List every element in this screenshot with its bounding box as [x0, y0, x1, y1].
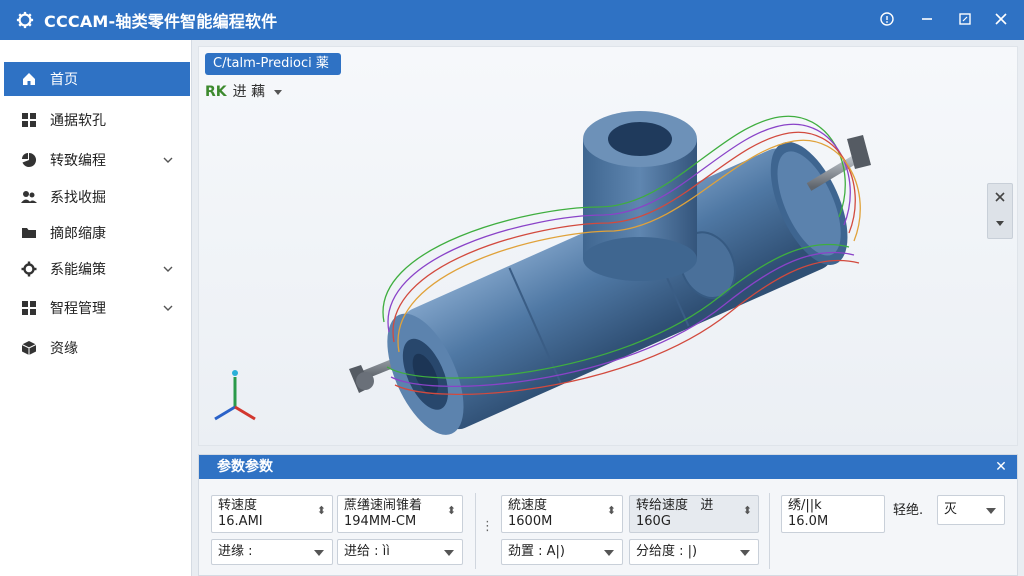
view-toolbar — [987, 183, 1013, 239]
feed-rate-field[interactable]: 蔗缮速闹锥着 194MM-CM ⬍ — [337, 495, 463, 533]
panel-title: 参数参数 — [217, 459, 273, 475]
chevron-down-icon — [163, 305, 173, 311]
position-dropdown[interactable]: 劲置 : A|) — [501, 539, 623, 565]
spinner-icon[interactable]: ⬍ — [447, 504, 456, 517]
sidebar-item-6[interactable]: 系能编策 — [4, 252, 190, 286]
chevron-down-icon — [163, 157, 173, 163]
select-value: 灭 — [944, 502, 958, 517]
field-value: 16.0M — [788, 514, 829, 529]
caret-down-icon — [274, 90, 283, 95]
sidebar-item-label: 通据软孔 — [50, 113, 106, 129]
field-label: 蔗缮速闹锥着 — [344, 498, 423, 513]
field-label: 統速度 — [508, 498, 548, 513]
axis-triad-icon — [214, 370, 256, 421]
panel-header: 参数参数 ✕ — [199, 455, 1017, 479]
chevron-down-icon — [163, 266, 173, 272]
sidebar-item-label: 转致编程 — [50, 153, 106, 169]
mode-select[interactable]: 灭 — [937, 495, 1005, 525]
spinner-icon[interactable]: ⬍ — [317, 504, 326, 517]
caret-down-icon — [604, 550, 614, 556]
sidebar-item-label: 智程管理 — [50, 301, 106, 317]
shaft-part-model[interactable] — [199, 47, 1018, 446]
sidebar-item-5[interactable]: 摘郎缩康 — [4, 216, 190, 250]
sidebar: 首页 通据软孔 转致编程 系找收掘 摘郎缩康 系能编策 智程管理 资缘 — [0, 40, 192, 576]
rk-code: RK — [205, 84, 227, 100]
sidebar-item-label: 资缘 — [50, 341, 78, 357]
model-viewport[interactable]: C/talm-Predioci 薬 RK 进 藕 — [198, 46, 1018, 446]
app-title: CCCAM-轴类零件智能编程软件 — [44, 12, 278, 31]
box-icon — [20, 339, 38, 357]
sidebar-item-8[interactable]: 资缘 — [4, 331, 190, 365]
app-gear-icon — [16, 11, 34, 29]
rk-selector[interactable]: RK 进 藕 — [205, 81, 283, 103]
field-label: 转速度 — [218, 498, 258, 513]
sidebar-item-home[interactable]: 首页 — [4, 62, 190, 96]
sidebar-item-label: 系找收掘 — [50, 190, 106, 206]
home-icon — [20, 70, 38, 88]
dropdown-label: 分给度 : |) — [636, 544, 698, 559]
dropdown-label: 进给 : ìì — [344, 544, 390, 559]
gear-icon — [20, 260, 38, 278]
field-label: 绣/||k — [788, 498, 822, 513]
field-label: 转给速度 进 — [636, 498, 714, 513]
drag-handle-icon[interactable]: ⋮ — [481, 519, 494, 534]
sidebar-item-4[interactable]: 系找收掘 — [4, 180, 190, 214]
dropdown-label: 进缘 : — [218, 544, 253, 559]
parameter-panel: 参数参数 ✕ 转速度 16.AMI ⬍ 蔗缮速闹锥着 194MM-CM ⬍ ⋮ … — [198, 454, 1018, 576]
users-icon — [20, 188, 38, 206]
folder-icon — [20, 224, 38, 242]
title-bar: CCCAM-轴类零件智能编程软件 — [0, 0, 1024, 40]
field-value: 194MM-CM — [344, 514, 417, 529]
side-label: 轻绝. — [893, 503, 924, 518]
spinner-icon[interactable]: ⬍ — [607, 504, 616, 517]
caret-down-icon — [314, 550, 324, 556]
caret-down-icon[interactable] — [988, 210, 1012, 236]
sidebar-item-2[interactable]: 通据软孔 — [4, 103, 190, 137]
field-value: 1600M — [508, 514, 553, 529]
divider — [769, 493, 770, 569]
spinner-icon[interactable]: ⬍ — [743, 504, 752, 517]
cutting-speed-field[interactable]: 統速度 1600M ⬍ — [501, 495, 623, 533]
field-value: 160G — [636, 514, 671, 529]
field-value: 16.AMI — [218, 514, 263, 529]
grid-icon — [20, 111, 38, 129]
feed-type-dropdown[interactable]: 进给 : ìì — [337, 539, 463, 565]
divider — [475, 493, 476, 569]
apps-icon — [20, 299, 38, 317]
path-pill[interactable]: C/talm-Predioci 薬 — [205, 53, 341, 75]
minimize-icon[interactable] — [918, 10, 936, 28]
sidebar-item-3[interactable]: 转致编程 — [4, 143, 190, 177]
close-view-icon[interactable] — [988, 184, 1012, 210]
division-dropdown[interactable]: 分给度 : |) — [629, 539, 759, 565]
step-field[interactable]: 绣/||k 16.0M — [781, 495, 885, 533]
sidebar-item-label: 首页 — [50, 72, 78, 88]
caret-down-icon — [444, 550, 454, 556]
dropdown-label: 劲置 : A|) — [508, 544, 565, 559]
caret-down-icon — [986, 508, 996, 514]
sidebar-item-label: 摘郎缩康 — [50, 226, 106, 242]
maximize-icon[interactable] — [956, 10, 974, 28]
caret-down-icon — [740, 550, 750, 556]
feed-mode-dropdown[interactable]: 进缘 : — [211, 539, 333, 565]
info-icon[interactable] — [878, 10, 896, 28]
rk-label: 进 藕 — [232, 84, 266, 100]
close-icon[interactable] — [992, 10, 1010, 28]
panel-close-icon[interactable]: ✕ — [993, 459, 1009, 475]
sidebar-item-label: 系能编策 — [50, 262, 106, 278]
pie-chart-icon — [20, 151, 38, 169]
sidebar-item-7[interactable]: 智程管理 — [4, 291, 190, 325]
feed-speed-field[interactable]: 转给速度 进 160G ⬍ — [629, 495, 759, 533]
spindle-speed-field[interactable]: 转速度 16.AMI ⬍ — [211, 495, 333, 533]
